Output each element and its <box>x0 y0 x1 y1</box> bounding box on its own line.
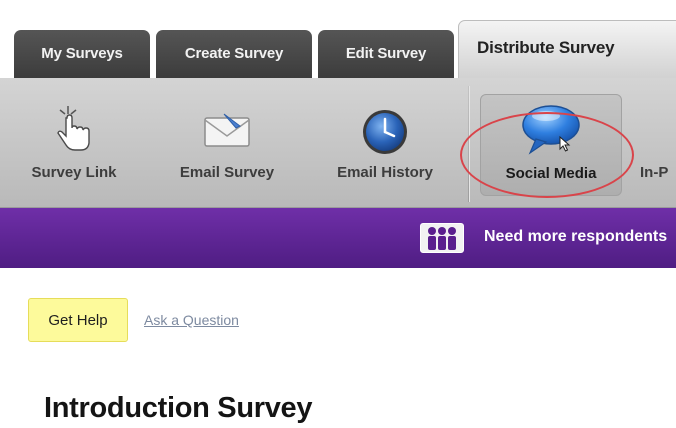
tab-my-surveys[interactable]: My Surveys <box>14 30 150 80</box>
survey-link-button[interactable]: Survey Link <box>12 78 136 208</box>
envelope-icon <box>202 110 252 155</box>
main-content: Get Help Ask a Question Introduction Sur… <box>0 268 676 428</box>
email-survey-button[interactable]: Email Survey <box>160 78 294 208</box>
clock-icon <box>361 108 409 161</box>
hand-pointer-icon <box>54 104 94 159</box>
email-history-label: Email History <box>337 164 433 181</box>
people-icon <box>420 223 464 253</box>
tab-bar: My Surveys Create Survey Edit Survey Dis… <box>0 0 676 82</box>
ask-question-link[interactable]: Ask a Question <box>144 312 239 328</box>
email-survey-label: Email Survey <box>179 164 275 181</box>
email-history-button[interactable]: Email History <box>318 78 452 208</box>
in-person-button[interactable]: In-P <box>640 78 676 208</box>
tab-edit-survey[interactable]: Edit Survey <box>318 30 454 80</box>
tab-create-survey[interactable]: Create Survey <box>156 30 312 80</box>
survey-link-label: Survey Link <box>31 164 117 181</box>
respondents-banner[interactable]: Need more respondents <box>0 208 676 268</box>
tab-distribute-survey[interactable]: Distribute Survey <box>458 20 676 82</box>
highlight-circle <box>460 112 634 198</box>
page-title: Introduction Survey <box>44 392 313 424</box>
get-help-button[interactable]: Get Help <box>28 298 128 342</box>
banner-text[interactable]: Need more respondents <box>484 228 667 246</box>
in-person-label: In-P <box>640 164 669 181</box>
